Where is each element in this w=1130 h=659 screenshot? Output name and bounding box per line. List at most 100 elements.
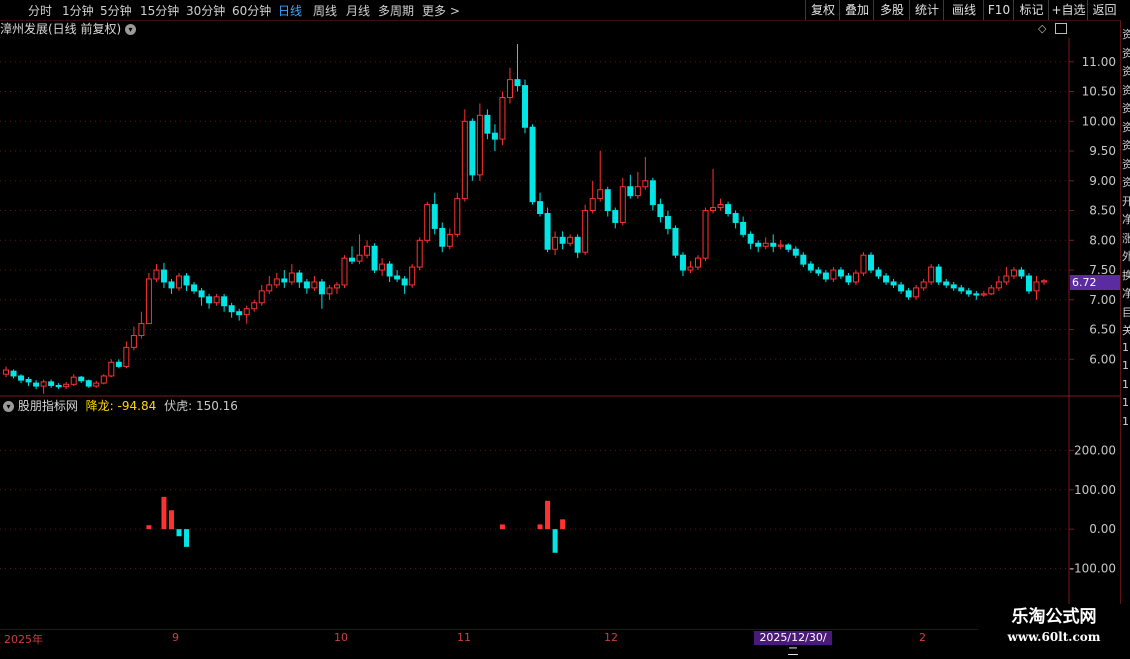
candle-body (762, 242, 769, 247)
candle-body (454, 198, 461, 235)
price-tick-label: 9.00 (1089, 174, 1116, 188)
price-tick-label: 8.00 (1089, 233, 1116, 247)
indicator-name: 股朋指标网 (17, 399, 78, 413)
candle-body (258, 290, 265, 304)
candle-body (883, 275, 890, 283)
candle-body (18, 375, 25, 381)
indicator-tick-label: -100.00 (1070, 562, 1116, 576)
candle-body (409, 266, 416, 286)
candle-body (725, 204, 732, 215)
candle-body (710, 207, 717, 212)
watermark-title: 乐淘公式网 (1011, 607, 1097, 627)
date-tick-label: 9 (172, 631, 179, 644)
candle-body (559, 236, 566, 244)
candle-body (63, 383, 70, 388)
candle-body (10, 370, 17, 377)
candle-body (875, 269, 882, 277)
candle-body (100, 375, 107, 384)
candle-body (1025, 275, 1032, 292)
candle-body (822, 272, 829, 280)
right-strip-label: 开 (1122, 193, 1130, 209)
candle-body (619, 186, 626, 223)
candle-body (386, 263, 393, 277)
date-tick-label: 2025年 (4, 633, 43, 646)
date-axis: 2025年 9 10 11 12 2 (0, 630, 1120, 650)
candle-body (657, 204, 664, 218)
right-strip-label: 资 (1122, 100, 1130, 116)
date-tick-label: 11 (457, 631, 471, 644)
candle-body (93, 382, 100, 387)
candle-body (965, 290, 972, 295)
candle-body (491, 132, 498, 140)
candle-body (371, 245, 378, 271)
right-strip-label: 目 (1122, 304, 1130, 320)
candle-body (672, 227, 679, 256)
candle-body (717, 204, 724, 209)
candle-body (318, 281, 325, 295)
indicator-bar (168, 510, 174, 530)
candle-body (597, 189, 604, 200)
date-tick-label: 10 (334, 631, 348, 644)
right-strip-label: 1 (1122, 340, 1129, 354)
right-strip-label: 1 (1122, 359, 1129, 372)
candle-body (664, 216, 671, 229)
candle-body (48, 381, 55, 386)
candle-body (461, 120, 468, 200)
candle-body (1003, 275, 1010, 283)
candle-body (168, 281, 175, 289)
candle-body (3, 369, 9, 375)
chevron-down-icon[interactable]: ▾ (3, 401, 14, 412)
candle-body (40, 381, 47, 387)
price-chart: 11.0010.5010.009.509.008.508.007.507.006… (0, 38, 1120, 630)
indicator-label-2: 伏虎: (164, 399, 193, 413)
candle-body (589, 198, 596, 212)
right-info-strip[interactable]: 资资资资资资资资资开净涨外换净目关11111 (1120, 20, 1130, 650)
indicator-bar (146, 525, 152, 530)
date-tick-label: 2 (919, 631, 926, 644)
candle-body (25, 379, 32, 383)
candle-body (800, 254, 807, 265)
candle-body (281, 278, 288, 283)
candle-body (604, 189, 611, 212)
candle-body (890, 281, 897, 286)
right-strip-label: 1 (1122, 396, 1129, 409)
right-strip-label: 换 (1122, 267, 1130, 283)
candle-body (567, 236, 574, 244)
candle-body (108, 361, 115, 377)
right-strip-label: 净 (1122, 211, 1130, 227)
watermark-url: www.60lt.com (1007, 630, 1101, 644)
candle-body (160, 269, 167, 283)
right-strip-label: 1 (1122, 377, 1129, 391)
candle-body (206, 296, 213, 304)
candle-body (484, 114, 491, 134)
candle-body (777, 244, 784, 247)
candle-body (860, 254, 867, 274)
candle-body (792, 248, 799, 256)
right-strip-label: 外 (1122, 248, 1130, 264)
candle-body (416, 239, 423, 268)
right-strip-label: 资 (1122, 119, 1130, 135)
candle-body (123, 346, 130, 367)
price-tick-label: 9.50 (1089, 144, 1116, 158)
candle-body (837, 269, 844, 277)
candle-body (627, 186, 634, 197)
candle-body (303, 281, 310, 289)
candle-body (243, 308, 250, 316)
candle-body (868, 254, 874, 271)
candle-body (740, 221, 747, 235)
price-tick-label: 6.00 (1089, 352, 1116, 366)
price-tick-label: 10.50 (1082, 85, 1116, 99)
candle-body (950, 284, 957, 289)
candle-body (145, 278, 152, 325)
candle-body (439, 227, 446, 247)
candle-body (770, 242, 777, 247)
candle-body (514, 79, 521, 87)
candle-body (213, 296, 220, 304)
candle-body (898, 284, 905, 292)
indicator-bar (184, 529, 190, 547)
candle-body (612, 210, 619, 223)
candle-body (431, 204, 438, 229)
candle-body (552, 236, 559, 250)
indicator-bar (560, 519, 566, 530)
date-tick-label: 12 (604, 631, 618, 644)
